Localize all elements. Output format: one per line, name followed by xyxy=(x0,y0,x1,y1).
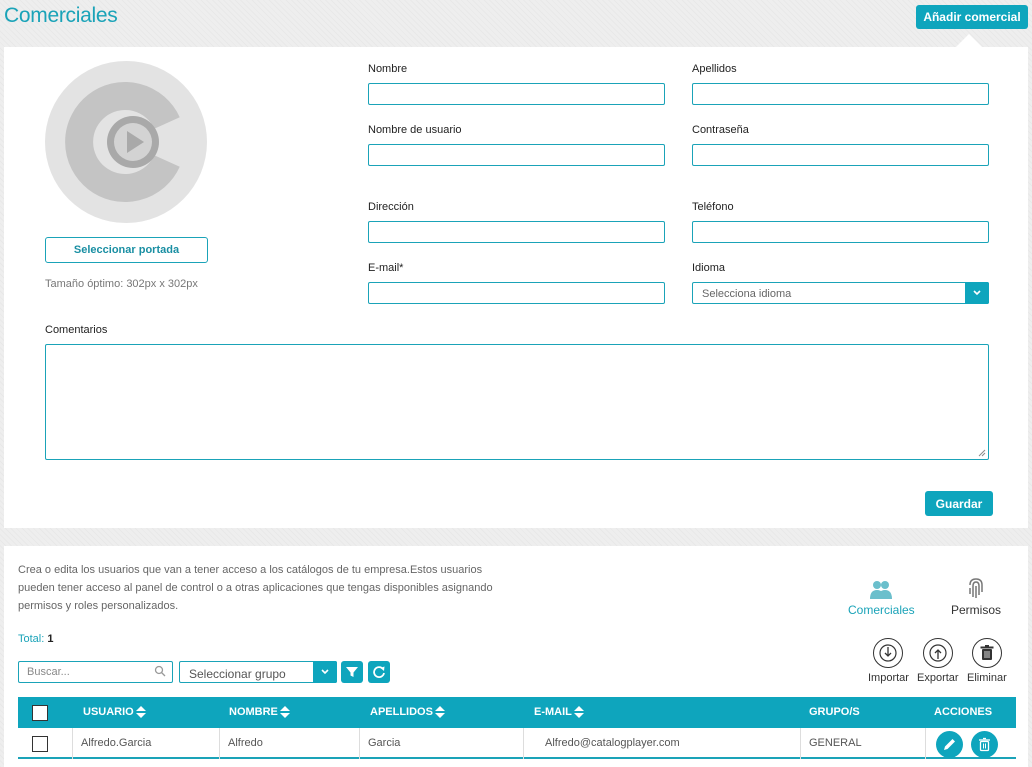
cell-divider xyxy=(523,728,524,759)
select-cover-button[interactable]: Seleccionar portada xyxy=(45,237,208,263)
import-action[interactable]: Importar xyxy=(868,638,909,684)
cell-divider xyxy=(925,728,926,759)
group-select[interactable]: Seleccionar grupo xyxy=(179,661,337,683)
export-icon xyxy=(929,644,947,662)
delete-action[interactable]: Eliminar xyxy=(967,638,1007,684)
cover-image-placeholder xyxy=(45,61,207,223)
column-email-label: E-MAIL xyxy=(534,706,572,718)
direccion-label: Dirección xyxy=(368,201,414,213)
sort-icon[interactable] xyxy=(135,706,146,718)
save-button[interactable]: Guardar xyxy=(925,491,993,516)
column-nombre[interactable]: NOMBRE xyxy=(229,706,290,718)
comentarios-textarea[interactable] xyxy=(45,344,989,460)
idioma-label: Idioma xyxy=(692,262,726,274)
apellidos-input[interactable] xyxy=(692,83,989,105)
export-label: Exportar xyxy=(917,672,959,684)
tab-permisos-label: Permisos xyxy=(951,603,1002,617)
telefono-label: Teléfono xyxy=(692,201,734,213)
usuario-input[interactable] xyxy=(368,144,665,166)
column-apellidos[interactable]: APELLIDOS xyxy=(370,706,445,718)
column-grupos: GRUPO/S xyxy=(809,706,860,718)
cell-nombre: Alfredo xyxy=(228,737,263,749)
comerciales-list-panel: Crea o edita los usuarios que van a tene… xyxy=(4,546,1028,767)
chevron-down-icon[interactable] xyxy=(313,661,337,683)
trash-icon xyxy=(980,645,994,660)
fingerprint-icon xyxy=(969,578,983,598)
add-comercial-button[interactable]: Añadir comercial xyxy=(916,5,1028,29)
sort-icon[interactable] xyxy=(573,706,584,718)
total-count: Total: 1 xyxy=(18,633,53,645)
trash-icon xyxy=(979,737,990,752)
usuario-label: Nombre de usuario xyxy=(368,124,462,136)
column-email[interactable]: E-MAIL xyxy=(534,706,584,718)
chevron-down-icon[interactable] xyxy=(965,282,989,304)
column-usuario[interactable]: USUARIO xyxy=(83,706,146,718)
cell-usuario: Alfredo.Garcia xyxy=(81,737,152,749)
sort-icon[interactable] xyxy=(434,706,445,718)
nombre-input[interactable] xyxy=(368,83,665,105)
email-label: E-mail* xyxy=(368,262,404,274)
total-value: 1 xyxy=(47,633,54,645)
tab-comerciales[interactable]: Comerciales xyxy=(848,580,915,617)
delete-label: Eliminar xyxy=(967,672,1007,684)
export-action[interactable]: Exportar xyxy=(917,638,959,684)
filter-icon xyxy=(346,667,358,677)
contrasena-input[interactable] xyxy=(692,144,989,166)
refresh-button[interactable] xyxy=(368,661,390,683)
cell-divider xyxy=(219,728,220,759)
cell-grupo: GENERAL xyxy=(809,737,862,749)
import-icon xyxy=(879,644,898,662)
column-usuario-label: USUARIO xyxy=(83,706,134,718)
row-checkbox[interactable] xyxy=(32,736,48,752)
filter-button[interactable] xyxy=(341,661,363,683)
direccion-input[interactable] xyxy=(368,221,665,243)
select-all-checkbox[interactable] xyxy=(32,705,48,721)
idioma-select-value: Selecciona idioma xyxy=(702,288,792,300)
table-row[interactable]: Alfredo.Garcia Alfredo Garcia Alfredo@ca… xyxy=(18,728,1016,759)
page-title: Comerciales xyxy=(4,4,118,27)
nombre-label: Nombre xyxy=(368,63,408,75)
column-nombre-label: NOMBRE xyxy=(229,706,278,718)
search-input[interactable]: Buscar... xyxy=(18,661,173,683)
cell-divider xyxy=(359,728,360,759)
cell-divider xyxy=(800,728,801,759)
column-acciones: ACCIONES xyxy=(934,706,992,718)
comercial-form-panel: Seleccionar portada Tamaño óptimo: 302px… xyxy=(4,47,1028,528)
delete-button[interactable] xyxy=(971,638,1002,668)
refresh-icon xyxy=(373,666,385,678)
resize-grip-icon[interactable] xyxy=(978,449,986,457)
telefono-input[interactable] xyxy=(692,221,989,243)
search-placeholder: Buscar... xyxy=(27,666,70,678)
sort-icon[interactable] xyxy=(279,706,290,718)
cover-size-hint: Tamaño óptimo: 302px x 302px xyxy=(45,278,198,290)
edit-icon xyxy=(944,739,955,750)
cell-email: Alfredo@catalogplayer.com xyxy=(545,737,680,749)
email-input[interactable] xyxy=(368,282,665,304)
cell-divider xyxy=(72,728,73,759)
import-button[interactable] xyxy=(873,638,904,668)
tab-comerciales-label: Comerciales xyxy=(848,603,915,617)
import-label: Importar xyxy=(868,672,909,684)
cell-apellidos: Garcia xyxy=(368,737,401,749)
total-label: Total: xyxy=(18,633,45,645)
logo-play-icon xyxy=(65,82,180,202)
column-acciones-label: ACCIONES xyxy=(934,706,993,718)
users-icon xyxy=(870,581,893,599)
idioma-select[interactable]: Selecciona idioma xyxy=(692,282,989,304)
search-icon[interactable] xyxy=(154,665,166,677)
column-apellidos-label: APELLIDOS xyxy=(370,706,433,718)
export-button[interactable] xyxy=(922,638,953,668)
column-grupos-label: GRUPO/S xyxy=(809,706,860,718)
panel-notch xyxy=(955,34,983,48)
contrasena-label: Contraseña xyxy=(692,124,749,136)
edit-row-button[interactable] xyxy=(936,731,963,758)
delete-row-button[interactable] xyxy=(971,731,998,758)
tab-permisos[interactable]: Permisos xyxy=(951,577,1001,617)
comentarios-label: Comentarios xyxy=(45,324,108,336)
apellidos-label: Apellidos xyxy=(692,63,737,75)
group-select-value: Seleccionar grupo xyxy=(189,667,286,681)
table-header: USUARIO NOMBRE APELLIDOS E-MAIL GRUPO/S … xyxy=(18,697,1016,728)
section-description: Crea o edita los usuarios que van a tene… xyxy=(18,564,493,612)
